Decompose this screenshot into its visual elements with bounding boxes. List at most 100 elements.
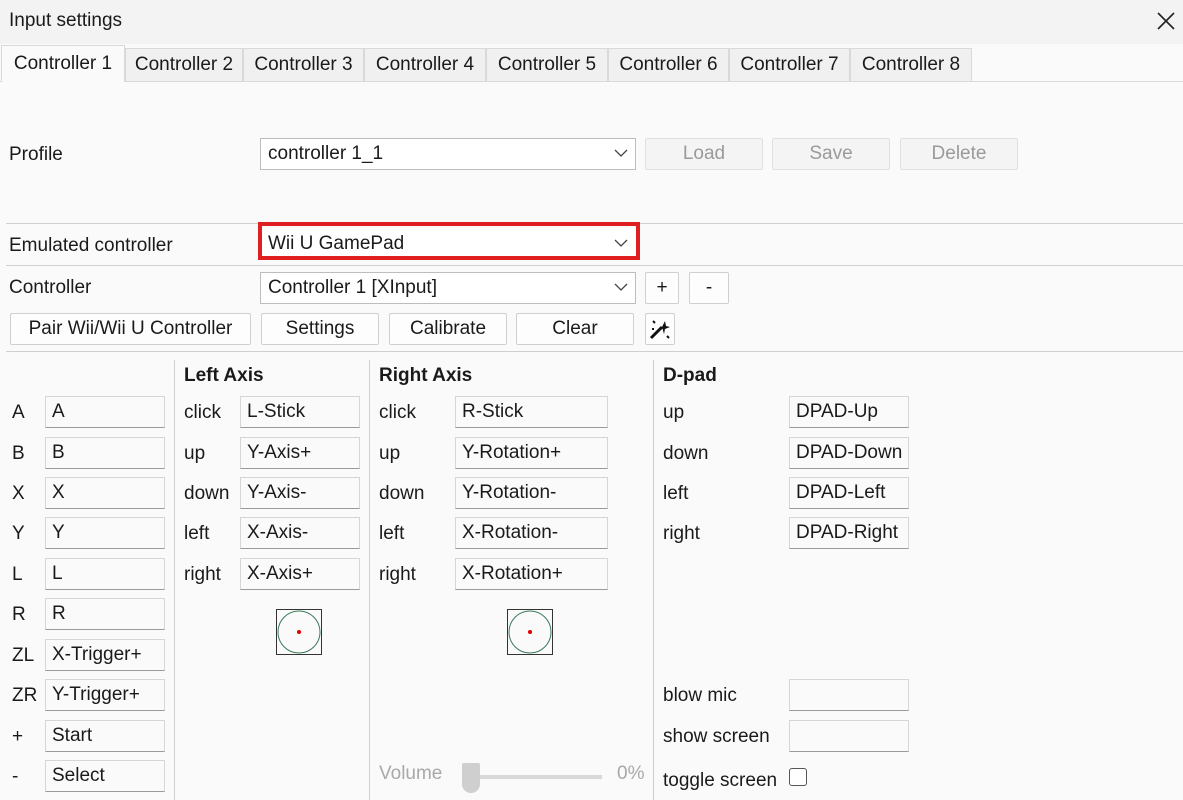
- dpad-binding-right[interactable]: DPAD-Right: [789, 517, 909, 549]
- dpad-label-down: down: [663, 443, 709, 464]
- controller-select-value: Controller 1 [XInput]: [268, 277, 437, 298]
- binding-b[interactable]: B: [45, 437, 165, 469]
- tab-controller-1[interactable]: Controller 1: [1, 45, 125, 82]
- volume-slider-track[interactable]: [462, 775, 602, 779]
- remove-controller-button[interactable]: -: [689, 272, 729, 304]
- title-bar: [0, 0, 1183, 44]
- settings-button[interactable]: Settings: [261, 313, 379, 345]
- left-axis-binding-up[interactable]: Y-Axis+: [240, 437, 360, 469]
- volume-label: Volume: [379, 763, 443, 784]
- dpad-binding-down[interactable]: DPAD-Down: [789, 437, 909, 469]
- right-axis-binding-up[interactable]: Y-Rotation+: [455, 437, 608, 469]
- toggle-screen-checkbox[interactable]: [789, 768, 807, 786]
- right-stick-preview: [507, 609, 553, 655]
- show-screen-label: show screen: [663, 726, 770, 747]
- auto-map-button[interactable]: [645, 313, 675, 345]
- left-axis-heading: Left Axis: [184, 365, 264, 386]
- pair-controller-button[interactable]: Pair Wii/Wii U Controller: [10, 313, 251, 345]
- show-screen-binding[interactable]: [789, 720, 909, 752]
- dpad-binding-left[interactable]: DPAD-Left: [789, 477, 909, 509]
- button-label-plus: +: [12, 726, 24, 747]
- divider: [6, 351, 1183, 352]
- button-label-y: Y: [12, 523, 25, 544]
- binding-x[interactable]: X: [45, 477, 165, 509]
- left-axis-label-left: left: [184, 523, 210, 544]
- right-axis-binding-right[interactable]: X-Rotation+: [455, 558, 608, 590]
- profile-select-value: controller 1_1: [268, 143, 384, 164]
- controller-label: Controller: [9, 277, 92, 298]
- tab-controller-7[interactable]: Controller 7: [729, 48, 850, 81]
- tab-controller-6[interactable]: Controller 6: [608, 48, 729, 81]
- binding-zr[interactable]: Y-Trigger+: [45, 679, 165, 711]
- right-axis-label-click: click: [379, 402, 416, 423]
- close-icon: [1157, 12, 1175, 30]
- highlight-box: [258, 222, 640, 260]
- window-title: Input settings: [9, 10, 123, 31]
- clear-button[interactable]: Clear: [516, 313, 634, 345]
- divider: [6, 265, 1183, 266]
- profile-select[interactable]: controller 1_1: [260, 138, 636, 170]
- right-axis-binding-click[interactable]: R-Stick: [455, 396, 608, 428]
- left-axis-binding-right[interactable]: X-Axis+: [240, 558, 360, 590]
- emulated-controller-label: Emulated controller: [9, 235, 173, 256]
- right-axis-binding-left[interactable]: X-Rotation-: [455, 517, 608, 549]
- controller-select[interactable]: Controller 1 [XInput]: [260, 272, 636, 304]
- profile-label: Profile: [9, 144, 63, 165]
- binding-r[interactable]: R: [45, 598, 165, 630]
- stick-position-icon: [508, 610, 552, 654]
- wand-icon: [649, 320, 670, 340]
- load-button[interactable]: Load: [645, 138, 763, 170]
- volume-slider-handle[interactable]: [462, 763, 480, 793]
- binding-l[interactable]: L: [45, 558, 165, 590]
- tab-controller-4[interactable]: Controller 4: [364, 48, 486, 81]
- button-label-l: L: [12, 564, 23, 585]
- right-axis-heading: Right Axis: [379, 365, 473, 386]
- blow-mic-binding[interactable]: [789, 679, 909, 711]
- toggle-screen-label: toggle screen: [663, 770, 778, 791]
- calibrate-button[interactable]: Calibrate: [389, 313, 507, 345]
- dpad-label-up: up: [663, 402, 685, 423]
- tab-divider: [0, 81, 1183, 82]
- close-button[interactable]: [1153, 8, 1179, 34]
- left-axis-label-right: right: [184, 564, 221, 585]
- left-axis-label-up: up: [184, 443, 206, 464]
- column-divider: [174, 360, 175, 800]
- dpad-heading: D-pad: [663, 365, 717, 386]
- tab-controller-2[interactable]: Controller 2: [125, 48, 243, 81]
- tab-controller-5[interactable]: Controller 5: [486, 48, 608, 81]
- chevron-down-icon: [614, 283, 628, 291]
- volume-value: 0%: [617, 763, 645, 784]
- stick-position-icon: [277, 610, 321, 654]
- add-controller-button[interactable]: +: [645, 272, 679, 304]
- button-label-minus: -: [12, 766, 19, 787]
- binding-plus[interactable]: Start: [45, 720, 165, 752]
- left-axis-label-click: click: [184, 402, 221, 423]
- column-divider: [369, 360, 370, 800]
- left-axis-binding-left[interactable]: X-Axis-: [240, 517, 360, 549]
- left-axis-label-down: down: [184, 483, 230, 504]
- button-label-x: X: [12, 483, 25, 504]
- right-axis-binding-down[interactable]: Y-Rotation-: [455, 477, 608, 509]
- button-label-zl: ZL: [12, 645, 35, 666]
- tab-controller-3[interactable]: Controller 3: [243, 48, 364, 81]
- tab-controller-8[interactable]: Controller 8: [850, 48, 972, 81]
- left-axis-binding-down[interactable]: Y-Axis-: [240, 477, 360, 509]
- save-button[interactable]: Save: [772, 138, 890, 170]
- blow-mic-label: blow mic: [663, 685, 737, 706]
- right-axis-label-left: left: [379, 523, 405, 544]
- left-stick-preview: [276, 609, 322, 655]
- dpad-label-right: right: [663, 523, 700, 544]
- chevron-down-icon: [614, 149, 628, 157]
- right-axis-label-right: right: [379, 564, 416, 585]
- binding-zl[interactable]: X-Trigger+: [45, 639, 165, 671]
- right-axis-label-up: up: [379, 443, 401, 464]
- binding-a[interactable]: A: [45, 396, 165, 428]
- button-label-a: A: [12, 402, 25, 423]
- delete-button[interactable]: Delete: [900, 138, 1018, 170]
- binding-y[interactable]: Y: [45, 517, 165, 549]
- left-axis-binding-click[interactable]: L-Stick: [240, 396, 360, 428]
- dpad-label-left: left: [663, 483, 689, 504]
- binding-minus[interactable]: Select: [45, 760, 165, 792]
- button-label-b: B: [12, 443, 25, 464]
- dpad-binding-up[interactable]: DPAD-Up: [789, 396, 909, 428]
